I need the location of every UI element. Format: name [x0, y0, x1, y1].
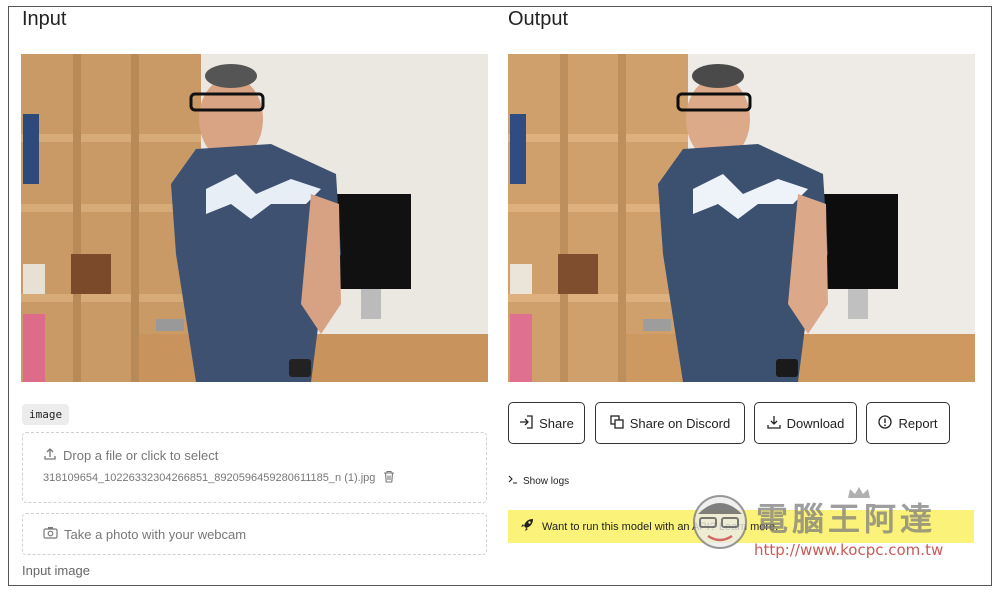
webcam-text: Take a photo with your webcam: [64, 526, 247, 542]
share-icon: [519, 414, 533, 432]
rocket-icon: [520, 518, 534, 535]
discord-label: Share on Discord: [629, 415, 731, 431]
download-button[interactable]: Download: [754, 402, 857, 444]
watermark-title: 電腦王阿達: [756, 500, 937, 538]
show-logs-label: Show logs: [523, 475, 570, 487]
share-label: Share: [539, 415, 574, 431]
mascot-logo: [693, 495, 747, 549]
webcam-capture-button[interactable]: Take a photo with your webcam: [22, 513, 487, 555]
alert-circle-icon: [878, 414, 893, 432]
drop-prompt[interactable]: Drop a file or click to select: [43, 447, 218, 464]
watermark-url: http://www.kocpc.com.tw: [754, 541, 944, 559]
file-drop-zone[interactable]: Drop a file or click to select 318109654…: [22, 432, 487, 503]
site-watermark: 電腦王阿達 http://www.kocpc.com.tw: [688, 486, 968, 561]
input-title: Input: [22, 8, 67, 30]
report-button[interactable]: Report: [866, 402, 950, 444]
input-image: [21, 54, 488, 382]
input-caption: Input image: [22, 563, 90, 578]
share-on-discord-button[interactable]: Share on Discord: [595, 402, 745, 444]
drop-text: Drop a file or click to select: [63, 448, 219, 463]
download-icon: [766, 415, 781, 432]
selected-file: 318109654_10226332304266851_892059645928…: [43, 470, 395, 486]
copy-icon: [610, 414, 624, 432]
input-type-tag: image: [22, 404, 70, 425]
camera-icon: [43, 526, 58, 542]
report-label: Report: [898, 415, 938, 431]
trash-icon[interactable]: [383, 470, 395, 486]
terminal-icon: [508, 475, 518, 487]
file-name: 318109654_10226332304266851_892059645928…: [43, 472, 376, 484]
output-image: [508, 54, 975, 382]
upload-icon: [43, 447, 57, 464]
share-button[interactable]: Share: [508, 402, 585, 444]
output-title: Output: [508, 8, 569, 30]
show-logs-toggle[interactable]: Show logs: [508, 475, 569, 487]
download-label: Download: [786, 415, 845, 431]
